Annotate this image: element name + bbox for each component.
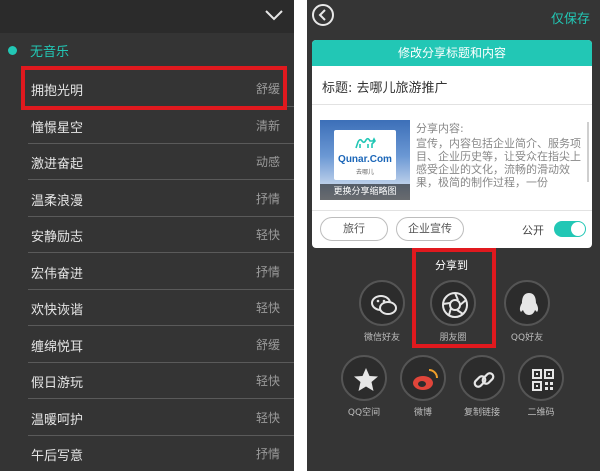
share-wechat-friend[interactable]: 微信好友 xyxy=(351,280,415,360)
share-label: 微信好友 xyxy=(363,333,400,343)
change-thumbnail-button[interactable]: 更换分享缩略图 xyxy=(320,184,410,200)
selected-dot-icon xyxy=(8,46,17,55)
track-name: 安静励志 xyxy=(31,230,84,245)
track-item[interactable]: 激进奋起 动感 xyxy=(28,143,294,180)
track-mood: 轻快 xyxy=(255,411,280,425)
highlight-box xyxy=(21,66,287,110)
track-item[interactable]: 假日游玩 轻快 xyxy=(28,362,294,399)
share-qrcode[interactable]: 二维码 xyxy=(510,355,574,435)
track-item[interactable]: 温柔浪漫 抒情 xyxy=(28,180,294,217)
track-name: 憧憬星空 xyxy=(31,121,84,136)
track-mood: 轻快 xyxy=(255,228,280,242)
save-only-button[interactable]: 仅保存 xyxy=(551,8,590,27)
music-picker-header xyxy=(0,0,294,33)
back-button[interactable] xyxy=(312,4,334,26)
share-title-field[interactable]: 标题: 去哪儿旅游推广 xyxy=(322,77,448,96)
track-item[interactable]: 憧憬星空 清新 xyxy=(28,107,294,144)
share-panel: 仅保存 修改分享标题和内容 标题: 去哪儿旅游推广 Qunar.Com 去哪儿 … xyxy=(307,0,600,471)
share-label: QQ好友 xyxy=(510,333,544,343)
track-name: 激进奋起 xyxy=(31,157,84,172)
share-qzone[interactable]: QQ空间 xyxy=(333,355,397,435)
track-mood: 轻快 xyxy=(255,374,280,388)
card-title: 修改分享标题和内容 xyxy=(312,40,592,66)
tag-enterprise[interactable]: 企业宣传 xyxy=(396,217,464,241)
tag-travel[interactable]: 旅行 xyxy=(320,217,388,241)
track-item[interactable]: 午后写意 抒情 xyxy=(28,435,294,471)
music-picker-panel: 无音乐 拥抱光明 舒缓 憧憬星空 清新 激进奋起 动感 温柔浪漫 抒情 安静励志… xyxy=(0,0,294,471)
public-toggle[interactable] xyxy=(554,221,586,237)
link-icon xyxy=(473,372,495,388)
qzone-star-icon xyxy=(354,368,378,391)
track-item[interactable]: 安静励志 轻快 xyxy=(28,216,294,253)
public-label: 公开 xyxy=(522,224,544,237)
track-name: 宏伟奋进 xyxy=(31,267,84,282)
toggle-knob xyxy=(571,222,585,236)
track-item[interactable]: 缠绵悦耳 舒缓 xyxy=(28,326,294,363)
content-scrollbar[interactable] xyxy=(587,122,589,182)
share-edit-card: 修改分享标题和内容 标题: 去哪儿旅游推广 Qunar.Com 去哪儿 更换分享… xyxy=(312,40,592,248)
share-copy-link[interactable]: 复制链接 xyxy=(451,355,515,435)
track-mood: 抒情 xyxy=(255,447,280,461)
track-mood: 轻快 xyxy=(255,301,280,315)
share-label: 微博 xyxy=(413,408,432,418)
track-name: 缠绵悦耳 xyxy=(31,340,84,355)
weibo-icon xyxy=(413,369,438,390)
qq-penguin-icon xyxy=(519,293,539,315)
share-thumbnail[interactable]: Qunar.Com 去哪儿 更换分享缩略图 xyxy=(320,120,410,200)
track-mood: 抒情 xyxy=(255,265,280,279)
share-label: 二维码 xyxy=(527,408,555,418)
track-mood: 动感 xyxy=(255,155,280,169)
wechat-icon xyxy=(371,295,397,315)
track-item[interactable]: 温暖呵护 轻快 xyxy=(28,399,294,436)
no-music-label: 无音乐 xyxy=(30,45,70,60)
track-name: 午后写意 xyxy=(31,449,84,464)
no-music-option[interactable]: 无音乐 xyxy=(0,37,294,65)
divider xyxy=(312,210,592,211)
track-mood: 抒情 xyxy=(255,192,280,206)
content-label: 分享内容: xyxy=(416,122,464,135)
divider xyxy=(312,104,592,105)
share-weibo[interactable]: 微博 xyxy=(392,355,456,435)
logo-text: Qunar.Com xyxy=(338,154,392,165)
logo-subtext: 去哪儿 xyxy=(355,170,374,176)
track-name: 假日游玩 xyxy=(31,376,84,391)
track-item[interactable]: 欢快诙谐 轻快 xyxy=(28,289,294,326)
share-content-field[interactable]: 宣传，内容包括企业简介、服务项目、企业历史等，让受众在指尖上感受企业的文化，流畅… xyxy=(416,137,586,201)
highlight-box xyxy=(412,248,496,348)
track-item[interactable]: 宏伟奋进 抒情 xyxy=(28,253,294,290)
track-name: 温柔浪漫 xyxy=(31,194,84,209)
share-label: QQ空间 xyxy=(347,408,381,418)
chevron-left-icon xyxy=(318,9,326,21)
title-label: 标题: xyxy=(322,81,353,96)
qrcode-icon xyxy=(532,369,554,391)
qunar-logo: Qunar.Com 去哪儿 xyxy=(334,130,396,180)
share-label: 复制链接 xyxy=(463,408,500,418)
camel-icon xyxy=(355,137,376,149)
track-mood: 舒缓 xyxy=(255,338,280,352)
title-value: 去哪儿旅游推广 xyxy=(356,81,448,96)
chevron-down-icon[interactable] xyxy=(264,5,284,25)
track-name: 欢快诙谐 xyxy=(31,303,84,318)
track-mood: 清新 xyxy=(255,119,280,133)
share-qq-friend[interactable]: QQ好友 xyxy=(496,280,560,360)
track-name: 温暖呵护 xyxy=(31,413,84,428)
